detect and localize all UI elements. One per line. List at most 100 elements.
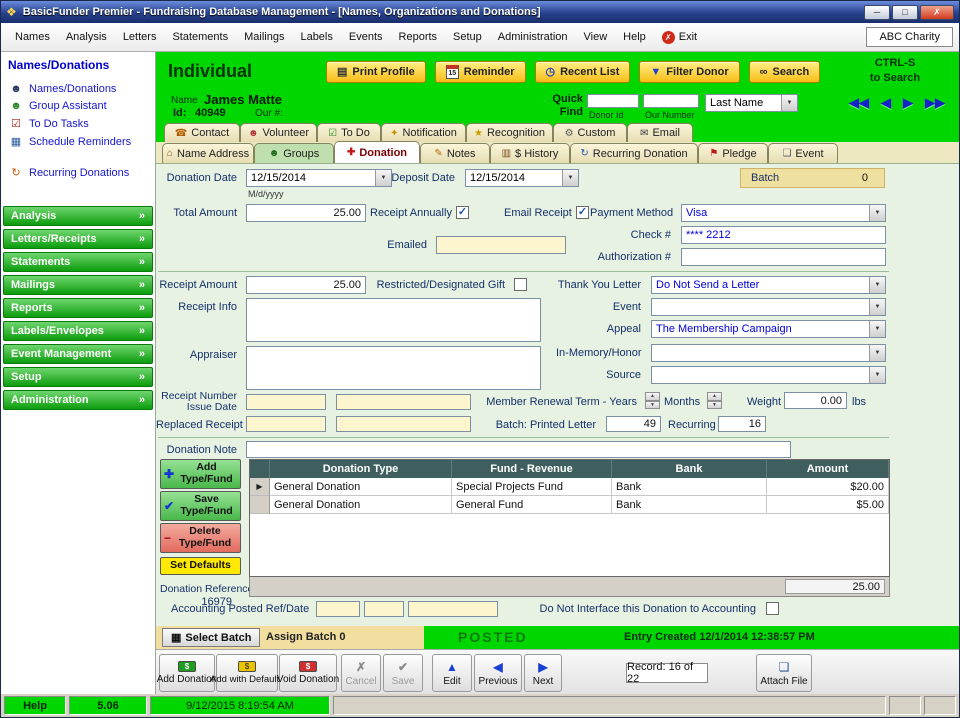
sidebar-section-event-management[interactable]: Event Management» [3, 344, 153, 364]
quick-find-donor-id-input[interactable] [587, 94, 639, 108]
menu-reports[interactable]: Reports [391, 27, 446, 47]
tab-history[interactable]: ▥$ History [490, 143, 570, 163]
next-record-button[interactable]: ▶ [903, 95, 913, 111]
menu-administration[interactable]: Administration [490, 27, 576, 47]
select-batch-button[interactable]: ▦ Select Batch [162, 628, 260, 647]
grid-header-bank[interactable]: Bank [612, 460, 767, 478]
replaced-receipt-field-2[interactable] [336, 416, 471, 432]
spin-down-icon[interactable]: ▼ [707, 401, 722, 410]
grid-header-donation-type[interactable]: Donation Type [270, 460, 452, 478]
menu-exit[interactable]: ✗ Exit [654, 27, 705, 48]
menu-labels[interactable]: Labels [292, 27, 340, 47]
menu-events[interactable]: Events [341, 27, 391, 47]
grid-header-fund-revenue[interactable]: Fund - Revenue [452, 460, 612, 478]
print-profile-button[interactable]: ▤ Print Profile [326, 61, 426, 83]
sidebar-item-recurring-donations[interactable]: ↻ Recurring Donations [1, 164, 155, 182]
menu-names[interactable]: Names [7, 27, 58, 47]
previous-button[interactable]: ◀ Previous [474, 654, 522, 692]
spin-up-icon[interactable]: ▲ [645, 392, 660, 401]
tab-notes[interactable]: ✎Notes [420, 143, 490, 163]
help-button[interactable]: Help [4, 696, 66, 715]
delete-type-fund-button[interactable]: − Delete Type/Fund [160, 523, 241, 553]
maximize-button[interactable]: □ [892, 5, 918, 20]
total-amount-input[interactable]: 25.00 [246, 204, 366, 222]
grid-header-amount[interactable]: Amount [767, 460, 889, 478]
tab-name-address[interactable]: ⌂Name Address [162, 143, 254, 163]
tab-pledge[interactable]: ⚑Pledge [698, 143, 768, 163]
in-memory-select[interactable]: ▼ [651, 344, 886, 362]
appraiser-textarea[interactable] [246, 346, 541, 390]
add-donation-button[interactable]: $ Add Donation [159, 654, 215, 692]
cancel-button[interactable]: ✗ Cancel [341, 654, 381, 692]
add-type-fund-button[interactable]: ✚ Add Type/Fund [160, 459, 241, 489]
tab-notification[interactable]: ✦Notification [381, 123, 466, 142]
menu-analysis[interactable]: Analysis [58, 27, 115, 47]
spin-down-icon[interactable]: ▼ [645, 401, 660, 410]
receipt-number-field[interactable] [246, 394, 326, 410]
weight-input[interactable]: 0.00 [784, 392, 847, 409]
check-number-input[interactable]: **** 2212 [681, 226, 886, 244]
add-with-defaults-button[interactable]: $ Add with Defaults [216, 654, 278, 692]
last-record-button[interactable]: ▶▶ [925, 95, 945, 111]
sidebar-section-setup[interactable]: Setup» [3, 367, 153, 387]
edit-button[interactable]: ▲ Edit [432, 654, 472, 692]
restricted-gift-checkbox[interactable] [514, 278, 527, 291]
tab-volunteer[interactable]: ☻Volunteer [240, 123, 317, 142]
no-interface-checkbox[interactable] [766, 602, 779, 615]
tab-donation[interactable]: ✚Donation [334, 141, 420, 163]
receipt-amount-input[interactable]: 25.00 [246, 276, 366, 294]
search-by-select[interactable]: Last Name ▼ [705, 94, 798, 112]
tab-groups[interactable]: ☻Groups [254, 143, 334, 163]
save-button[interactable]: ✔ Save [383, 654, 423, 692]
donation-note-input[interactable] [246, 441, 791, 458]
event-select[interactable]: ▼ [651, 298, 886, 316]
sidebar-item-names-donations[interactable]: ☻ Names/Donations [1, 81, 155, 98]
payment-method-select[interactable]: Visa ▼ [681, 204, 886, 222]
minimize-button[interactable]: ─ [864, 5, 890, 20]
tab-to-do[interactable]: ☑To Do [317, 123, 381, 142]
email-receipt-checkbox[interactable]: ✓ [576, 206, 589, 219]
menu-view[interactable]: View [576, 27, 616, 47]
grid-row-1[interactable]: ▶ General Donation Special Projects Fund… [250, 478, 889, 496]
sidebar-item-group-assistant[interactable]: ☻ Group Assistant [1, 98, 155, 115]
menu-mailings[interactable]: Mailings [236, 27, 292, 47]
reminder-button[interactable]: 15 Reminder [435, 61, 526, 83]
menu-setup[interactable]: Setup [445, 27, 490, 47]
tab-custom[interactable]: ⚙Custom [553, 123, 627, 142]
recent-list-button[interactable]: ◷ Recent List [535, 61, 631, 83]
attach-file-button[interactable]: ❏ Attach File [756, 654, 812, 692]
thank-you-letter-select[interactable]: Do Not Send a Letter ▼ [651, 276, 886, 294]
sidebar-section-analysis[interactable]: Analysis» [3, 206, 153, 226]
tab-event[interactable]: ❏Event [768, 143, 838, 163]
search-button[interactable]: ∞ Search [749, 61, 821, 83]
tab-recurring-donation[interactable]: ↻Recurring Donation [570, 143, 698, 163]
sidebar-section-letters-receipts[interactable]: Letters/Receipts» [3, 229, 153, 249]
authorization-input[interactable] [681, 248, 886, 266]
next-button[interactable]: ▶ Next [524, 654, 562, 692]
years-spinner[interactable]: ▲ ▼ [645, 392, 660, 409]
save-type-fund-button[interactable]: ✔ Save Type/Fund [160, 491, 241, 521]
filter-donor-button[interactable]: ▼ Filter Donor [639, 61, 739, 83]
first-record-button[interactable]: ◀◀ [849, 95, 869, 111]
tab-email[interactable]: ✉Email [627, 123, 693, 142]
menu-letters[interactable]: Letters [115, 27, 165, 47]
months-spinner[interactable]: ▲ ▼ [707, 392, 722, 409]
sidebar-section-administration[interactable]: Administration» [3, 390, 153, 410]
sidebar-item-schedule-reminders[interactable]: ▦ Schedule Reminders [1, 133, 155, 151]
sidebar-section-labels-envelopes[interactable]: Labels/Envelopes» [3, 321, 153, 341]
charity-selector[interactable]: ABC Charity [866, 27, 953, 47]
void-donation-button[interactable]: $ Void Donation [279, 654, 337, 692]
menu-help[interactable]: Help [615, 27, 654, 47]
donation-date-select[interactable]: 12/15/2014 ▼ [246, 169, 392, 187]
set-defaults-button[interactable]: Set Defaults [160, 557, 241, 575]
quick-find-our-number-input[interactable] [643, 94, 699, 108]
replaced-receipt-field-1[interactable] [246, 416, 326, 432]
tab-contact[interactable]: ☎Contact [164, 123, 240, 142]
accounting-ref-field-1[interactable] [316, 601, 360, 617]
sidebar-section-reports[interactable]: Reports» [3, 298, 153, 318]
accounting-date-field[interactable] [408, 601, 498, 617]
appeal-select[interactable]: The Membership Campaign ▼ [651, 320, 886, 338]
menu-statements[interactable]: Statements [164, 27, 236, 47]
sidebar-section-mailings[interactable]: Mailings» [3, 275, 153, 295]
deposit-date-select[interactable]: 12/15/2014 ▼ [465, 169, 579, 187]
